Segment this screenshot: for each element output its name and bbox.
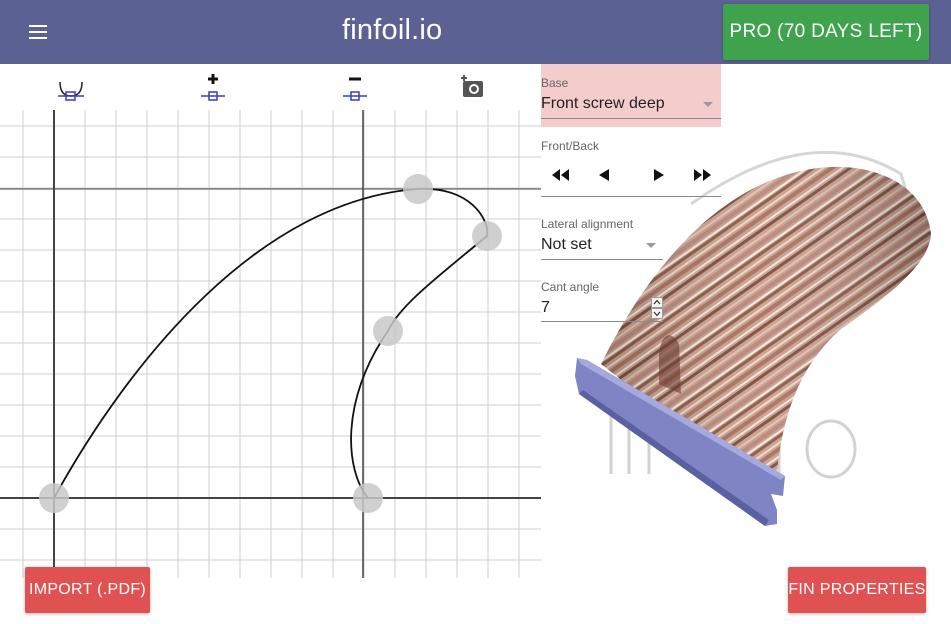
grid-lines	[0, 110, 541, 578]
cant-angle-underline	[541, 321, 663, 322]
app-root: finfoil.io PRO (70 DAYS LEFT) Base Front…	[0, 0, 951, 624]
cant-angle-input[interactable]: 7	[541, 299, 550, 317]
editor-canvas	[0, 110, 541, 578]
fin-3d-render	[575, 150, 931, 526]
base-field[interactable]: Base Front screw deep	[541, 64, 721, 127]
control-point[interactable]	[403, 174, 433, 204]
fin-properties-button[interactable]: FIN PROPERTIES	[788, 567, 926, 613]
lateral-alignment-select[interactable]: Not set	[541, 236, 592, 254]
step-backward-icon[interactable]	[594, 166, 616, 184]
base-select-value[interactable]: Front screw deep	[541, 95, 665, 113]
lateral-alignment-underline	[541, 259, 663, 260]
fast-backward-icon[interactable]	[550, 166, 572, 184]
control-point[interactable]	[472, 221, 502, 251]
remove-point-icon[interactable]	[340, 72, 370, 102]
front-back-label: Front/Back	[541, 139, 600, 153]
step-forward-icon[interactable]	[647, 166, 669, 184]
pro-button[interactable]: PRO (70 DAYS LEFT)	[723, 4, 929, 60]
base-label: Base	[541, 76, 569, 90]
editor-toolbar	[0, 64, 541, 110]
fast-forward-icon[interactable]	[691, 166, 713, 184]
base-underline	[541, 118, 721, 119]
show-base-icon[interactable]	[56, 72, 86, 102]
app-bar: finfoil.io PRO (70 DAYS LEFT)	[0, 0, 951, 64]
lateral-alignment-label: Lateral alignment	[541, 217, 634, 231]
front-back-underline	[541, 196, 721, 197]
add-photo-icon[interactable]	[458, 72, 488, 102]
control-point[interactable]	[39, 483, 69, 513]
cant-angle-label: Cant angle	[541, 280, 600, 294]
add-point-icon[interactable]	[198, 72, 228, 102]
control-point[interactable]	[373, 316, 403, 346]
cant-angle-stepper[interactable]	[651, 297, 663, 319]
control-point[interactable]	[353, 483, 383, 513]
fin-3d-viewport[interactable]	[541, 64, 951, 624]
app-title: finfoil.io	[342, 14, 443, 46]
fin-outline-editor[interactable]	[0, 110, 541, 578]
menu-icon[interactable]	[24, 20, 52, 44]
import-pdf-button[interactable]: IMPORT (.PDF)	[25, 567, 150, 613]
chevron-down-icon[interactable]	[646, 243, 656, 248]
chevron-down-icon[interactable]	[703, 102, 713, 107]
